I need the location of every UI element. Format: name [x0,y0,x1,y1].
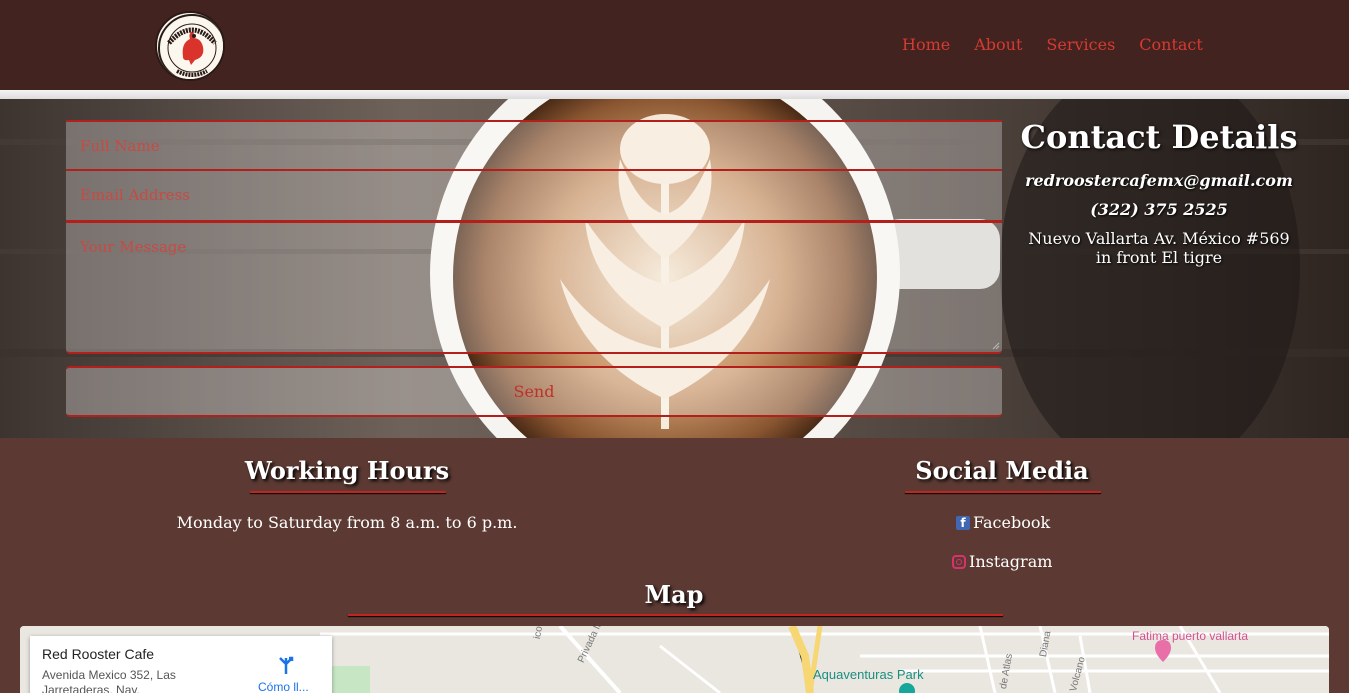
nav-about-link[interactable]: About [974,34,1022,56]
map-label-partial: ico [532,626,546,640]
address-line-1: Nuevo Vallarta Av. México #569 [1028,229,1290,248]
site-header: Home About Services Contact [0,0,1349,90]
email-input[interactable]: Email Address [66,171,1002,222]
working-hours-underline [250,491,446,493]
map-title: Map [644,580,704,609]
instagram-link[interactable]: Instagram [952,552,1052,571]
resize-handle-icon[interactable] [992,342,1000,350]
message-placeholder: Your Message [80,238,187,256]
social-media-underline [905,491,1101,493]
nav-services-link[interactable]: Services [1046,34,1115,56]
full-name-placeholder: Full Name [80,137,160,155]
instagram-icon [952,554,966,569]
facebook-icon: f [956,515,970,530]
full-name-input[interactable]: Full Name [66,120,1002,171]
facebook-link[interactable]: f Facebook [956,513,1050,532]
contact-phone[interactable]: (322) 375 2525 [1018,200,1300,219]
map-label-aquaventuras[interactable]: Aquaventuras Park [813,667,924,682]
contact-hero: Full Name Email Address Your Message Sen… [0,99,1349,438]
working-hours-text: Monday to Saturday from 8 a.m. to 6 p.m. [176,513,518,532]
message-textarea[interactable]: Your Message [66,221,1002,354]
social-media-title: Social Media [915,456,1089,485]
working-hours-title: Working Hours [244,456,450,485]
map-label-fatima[interactable]: Fatima puerto vallarta [1132,629,1248,643]
nav-contact-link[interactable]: Contact [1139,34,1203,56]
directions-icon[interactable] [276,656,296,676]
facebook-label: Facebook [973,513,1051,532]
contact-email[interactable]: redroostercafemx@gmail.com [1018,171,1300,190]
main-nav: Home About Services Contact [902,34,1227,56]
map-place-address: Avenida Mexico 352, Las Jarretaderas, Na… [42,668,176,693]
header-divider [0,90,1349,99]
map-place-card: Red Rooster Cafe Avenida Mexico 352, Las… [30,636,332,693]
nav-home-link[interactable]: Home [902,34,950,56]
google-map[interactable]: Aquaventuras Park Fatima puerto vallarta… [20,626,1329,693]
map-underline [348,614,1003,616]
contact-address: Nuevo Vallarta Av. México #569 in front … [1018,229,1300,267]
red-rooster-logo[interactable] [155,11,225,81]
contact-details-title: Contact Details [1020,118,1298,156]
email-placeholder: Email Address [80,186,190,204]
send-button[interactable]: Send [66,366,1002,417]
instagram-label: Instagram [969,552,1053,571]
contact-details: Contact Details redroostercafemx@gmail.c… [1018,117,1300,267]
address-line-2: in front El tigre [1095,248,1223,267]
directions-link[interactable]: Cómo ll... [258,680,309,693]
map-place-name: Red Rooster Cafe [42,646,155,662]
